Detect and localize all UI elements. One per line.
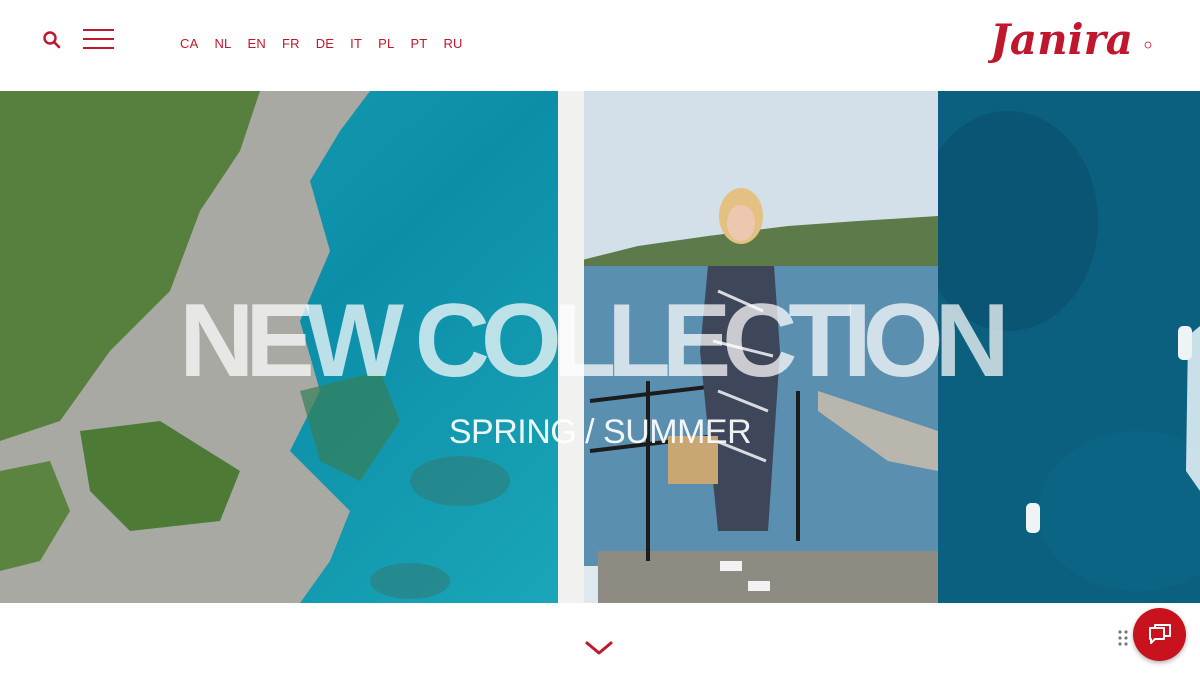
svg-text:Janira: Janira	[988, 15, 1133, 64]
language-link-ru[interactable]: RU	[443, 36, 462, 51]
hero-subline: SPRING / SUMMER	[448, 413, 752, 451]
janira-logo[interactable]: Janira	[988, 10, 1158, 68]
chevron-down-icon[interactable]	[584, 638, 614, 658]
language-selector: CA NL EN FR DE IT PL PT RU	[180, 36, 479, 51]
drag-handle-icon[interactable]	[1117, 629, 1129, 647]
site-header: CA NL EN FR DE IT PL PT RU Janira	[0, 0, 1200, 90]
hero-banner: NEW COLLECTION SPRING / SUMMER	[0, 91, 1200, 603]
language-link-de[interactable]: DE	[316, 36, 334, 51]
language-link-nl[interactable]: NL	[214, 36, 231, 51]
language-link-fr[interactable]: FR	[282, 36, 300, 51]
language-link-en[interactable]: EN	[248, 36, 266, 51]
chat-icon	[1149, 624, 1171, 644]
hamburger-menu-icon[interactable]	[83, 28, 115, 52]
chat-button[interactable]	[1133, 608, 1186, 661]
language-link-pl[interactable]: PL	[378, 36, 394, 51]
language-link-ca[interactable]: CA	[180, 36, 198, 51]
language-link-it[interactable]: IT	[350, 36, 362, 51]
search-icon[interactable]	[42, 30, 62, 50]
language-link-pt[interactable]: PT	[410, 36, 427, 51]
hero-headline: NEW COLLECTION	[179, 283, 1009, 399]
